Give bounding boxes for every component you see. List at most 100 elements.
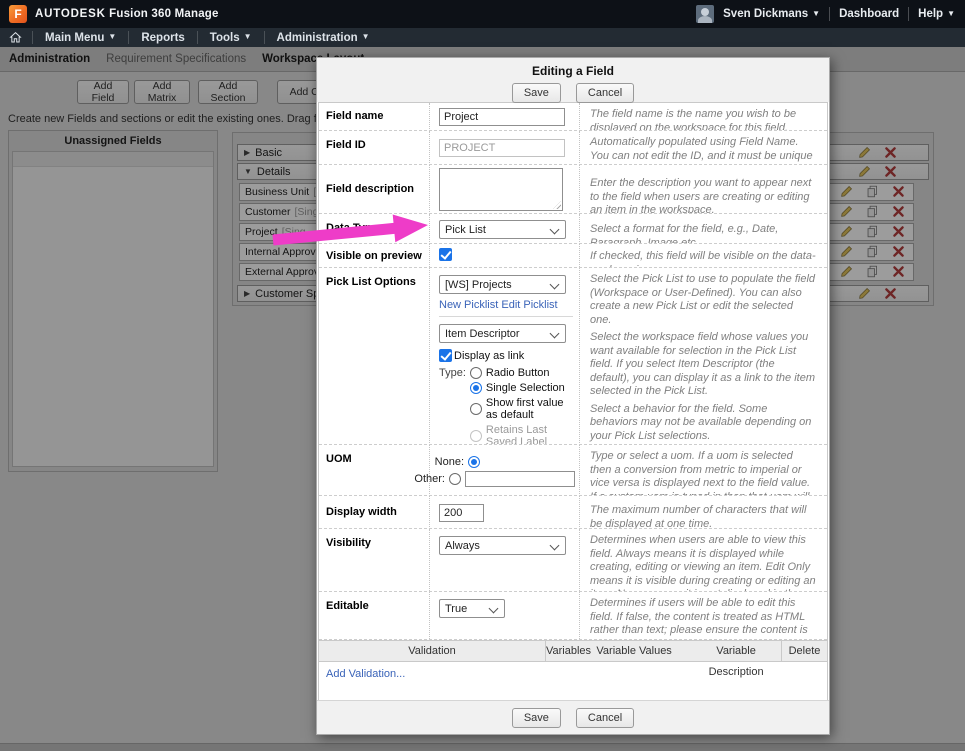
field-id-label: Field ID bbox=[326, 139, 366, 151]
display-width-label: Display width bbox=[326, 506, 397, 518]
chevron-down-icon: ▼ bbox=[243, 32, 252, 41]
descriptor-value: Item Descriptor bbox=[445, 327, 520, 340]
cancel-button[interactable]: Cancel bbox=[575, 83, 635, 103]
visible-on-preview-label: Visible on preview bbox=[326, 250, 422, 262]
picklist-select[interactable]: [WS] Projects bbox=[439, 275, 566, 294]
nav-reports[interactable]: Reports bbox=[129, 28, 196, 47]
picklist-help-1: Select the Pick List to use to populate … bbox=[590, 273, 816, 326]
app-brand: AUTODESK Fusion 360 Manage bbox=[35, 8, 219, 20]
help-label: Help bbox=[918, 8, 944, 20]
type-option-single-selection[interactable]: Single Selection bbox=[469, 382, 575, 394]
user-name: Sven Dickmans bbox=[723, 8, 809, 20]
row-display-width: Display width The maximum number of char… bbox=[319, 496, 827, 529]
editable-value: True bbox=[445, 602, 468, 615]
type-label: Type: bbox=[439, 367, 466, 379]
editable-label: Editable bbox=[326, 600, 369, 612]
cancel-button-bottom[interactable]: Cancel bbox=[575, 708, 635, 728]
display-as-link-label: Display as link bbox=[454, 349, 525, 362]
help-menu[interactable]: Help ▼ bbox=[918, 8, 955, 20]
brand-autodesk: AUTODESK bbox=[35, 8, 106, 20]
editable-help: Determines if users will be able to edit… bbox=[579, 592, 827, 639]
user-menu[interactable]: Sven Dickmans ▼ bbox=[723, 8, 820, 20]
validation-table-header: Validation Variables Variable Values Var… bbox=[319, 640, 827, 678]
visibility-select[interactable]: Always bbox=[439, 536, 566, 555]
nav-main-menu[interactable]: Main Menu ▼ bbox=[33, 28, 128, 47]
radio-disabled-icon bbox=[469, 430, 482, 442]
field-description-help: Enter the description you want to appear… bbox=[579, 165, 827, 213]
data-type-label: Data Type bbox=[326, 222, 378, 234]
visible-on-preview-checkbox[interactable] bbox=[439, 248, 452, 261]
add-validation-link[interactable]: Add Validation... bbox=[326, 668, 405, 680]
validation-column-header: Validation bbox=[319, 640, 546, 662]
row-field-description: Field description Enter the description … bbox=[319, 165, 827, 214]
chevron-down-icon: ▼ bbox=[361, 32, 370, 41]
radio-label: Retains Last Saved Label bbox=[485, 424, 548, 445]
uom-other-option[interactable]: Other: bbox=[409, 471, 575, 487]
display-as-link-checkbox[interactable] bbox=[439, 349, 452, 362]
editable-select[interactable]: True bbox=[439, 599, 505, 618]
nav-administration[interactable]: Administration ▼ bbox=[265, 28, 382, 47]
dialog-header: Editing a Field Save Cancel bbox=[317, 58, 829, 103]
chevron-down-icon: ▼ bbox=[812, 8, 821, 18]
save-button-bottom[interactable]: Save bbox=[511, 708, 561, 728]
field-description-textarea[interactable] bbox=[439, 168, 563, 211]
new-picklist-link[interactable]: New Picklist bbox=[439, 299, 498, 311]
uom-other-label: Other: bbox=[414, 473, 445, 485]
main-nav-bar: Main Menu ▼ Reports Tools ▼ Administration… bbox=[0, 28, 965, 47]
field-id-input bbox=[439, 139, 565, 157]
data-type-value: Pick List bbox=[445, 223, 486, 236]
chevron-down-icon: ▼ bbox=[947, 8, 955, 18]
row-field-id: Field ID Automatically populated using F… bbox=[319, 131, 827, 165]
variable-values-column-header: Variable Values bbox=[596, 644, 672, 657]
nav-reports-label: Reports bbox=[141, 31, 185, 44]
display-width-help: The maximum number of characters that wi… bbox=[579, 496, 827, 528]
editing-a-field-dialog: Editing a Field Save Cancel Field name T… bbox=[316, 57, 830, 735]
radio-selected-icon[interactable] bbox=[468, 456, 480, 468]
dashboard-link[interactable]: Dashboard bbox=[839, 8, 899, 20]
radio-label: Radio Button bbox=[485, 367, 550, 379]
variables-column-header: Variables bbox=[546, 644, 592, 657]
chevron-down-icon: ▼ bbox=[108, 32, 117, 41]
save-button[interactable]: Save bbox=[511, 83, 561, 103]
divider bbox=[829, 7, 831, 21]
row-uom: UOM None: Other: Type or select a uom. I… bbox=[319, 445, 827, 496]
uom-none-option[interactable]: None: bbox=[409, 456, 575, 468]
field-settings-form: Field name The field name is the name yo… bbox=[318, 102, 828, 640]
data-type-select[interactable]: Pick List bbox=[439, 220, 566, 239]
radio-icon[interactable] bbox=[469, 403, 482, 415]
field-id-help: Automatically populated using Field Name… bbox=[579, 131, 827, 164]
picklist-help-2: Select the workspace field whose values … bbox=[590, 331, 816, 397]
fusion-logo-icon: F bbox=[9, 5, 27, 23]
type-option-show-first-value[interactable]: Show first value as default bbox=[469, 397, 575, 421]
user-avatar[interactable] bbox=[696, 5, 715, 23]
type-option-radio-button[interactable]: Radio Button bbox=[469, 367, 575, 379]
delete-column-header: Delete bbox=[788, 644, 821, 657]
descriptor-select[interactable]: Item Descriptor bbox=[439, 324, 566, 343]
nav-main-menu-label: Main Menu bbox=[45, 31, 105, 44]
row-visibility: Visibility Always Determines when users … bbox=[319, 529, 827, 592]
home-button[interactable] bbox=[0, 31, 32, 44]
validation-table: Validation Variables Variable Values Var… bbox=[318, 640, 828, 703]
divider bbox=[908, 7, 910, 21]
picklist-help-3: Select a behavior for the field. Some be… bbox=[590, 402, 812, 442]
row-editable: Editable True Determines if users will b… bbox=[319, 592, 827, 640]
brand-product: Fusion 360 Manage bbox=[109, 8, 219, 20]
edit-picklist-link[interactable]: Edit Picklist bbox=[501, 299, 557, 311]
row-visible-on-preview: Visible on preview If checked, this fiel… bbox=[319, 244, 827, 268]
radio-icon[interactable] bbox=[469, 367, 482, 379]
visibility-help: Determines when users are able to view t… bbox=[579, 529, 827, 591]
type-radio-group: Radio Button Single Selection Show first… bbox=[469, 367, 575, 445]
display-width-input[interactable] bbox=[439, 504, 484, 522]
nav-tools-label: Tools bbox=[209, 31, 240, 44]
field-name-input[interactable] bbox=[439, 108, 565, 126]
uom-other-input[interactable] bbox=[465, 471, 575, 487]
radio-icon[interactable] bbox=[449, 473, 461, 485]
radio-label: Show first value as default bbox=[485, 397, 564, 421]
dialog-title: Editing a Field bbox=[531, 64, 614, 78]
nav-tools[interactable]: Tools ▼ bbox=[198, 28, 264, 47]
uom-none-label: None: bbox=[434, 456, 464, 468]
row-pick-list-options: Pick List Options [WS] Projects New Pick… bbox=[319, 268, 827, 445]
type-option-retains-last-saved-label: Retains Last Saved Label bbox=[469, 424, 575, 445]
radio-selected-icon[interactable] bbox=[469, 382, 482, 394]
data-type-help: Select a format for the field, e.g., Dat… bbox=[579, 214, 827, 243]
